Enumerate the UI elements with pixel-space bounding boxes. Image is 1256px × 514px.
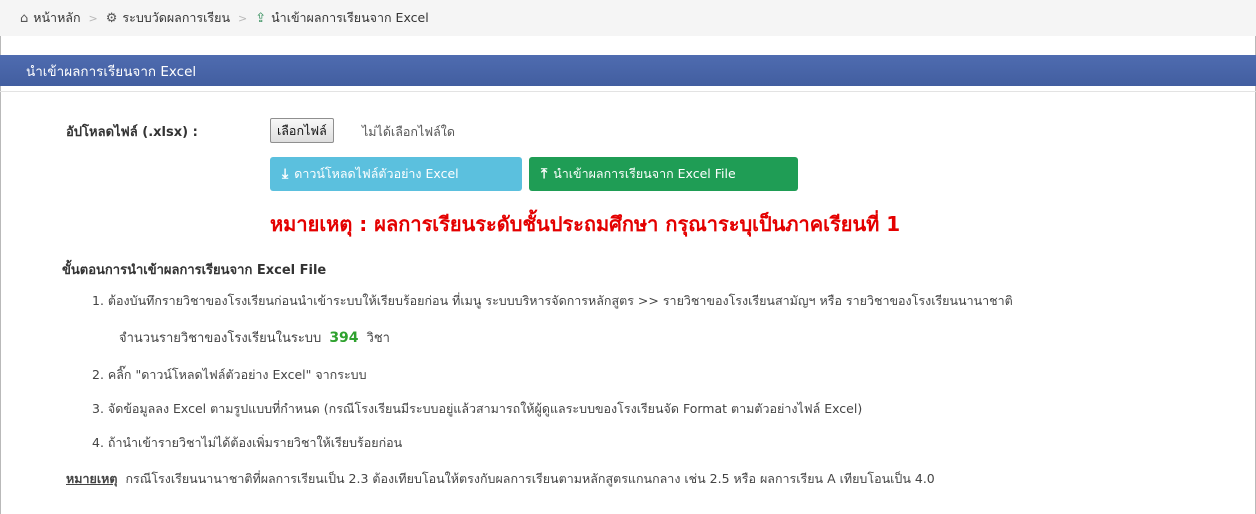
divider bbox=[0, 91, 1256, 92]
steps-title: ขั้นตอนการนำเข้าผลการเรียนจาก Excel File bbox=[62, 263, 327, 278]
footnote-text: กรณีโรงเรียนนานาชาติที่ผลการเรียนเป็น 2.… bbox=[125, 471, 935, 486]
breadcrumb-current: ⇪ นำเข้าผลการเรียนจาก Excel bbox=[255, 8, 428, 28]
subject-count: จำนวนรายวิชาของโรงเรียนในระบบ 394 วิชา bbox=[119, 327, 390, 348]
breadcrumb-current-label: นำเข้าผลการเรียนจาก Excel bbox=[271, 10, 429, 25]
upload-label: อัปโหลดไฟล์ (.xlsx) : bbox=[66, 125, 198, 140]
download-icon: ⤓ bbox=[282, 166, 289, 182]
import-excel-button[interactable]: ⤒ นำเข้าผลการเรียนจาก Excel File bbox=[529, 157, 798, 191]
step-item-4: 4. ถ้านำเข้ารายวิชาไม่ได้ต้องเพิ่มรายวิช… bbox=[92, 435, 403, 450]
breadcrumb-separator: > bbox=[88, 11, 98, 25]
step-item-1: 1. ต้องบันทึกรายวิชาของโรงเรียนก่อนนำเข้… bbox=[92, 293, 1013, 308]
download-template-label: ดาวน์โหลดไฟล์ตัวอย่าง Excel bbox=[294, 166, 459, 181]
breadcrumb-home-label[interactable]: หน้าหลัก bbox=[33, 8, 80, 28]
file-status-text: ไม่ได้เลือกไฟล์ใด bbox=[362, 124, 455, 139]
upload-icon: ⇪ bbox=[255, 10, 267, 26]
import-excel-label: นำเข้าผลการเรียนจาก Excel File bbox=[553, 166, 736, 181]
warning-note: หมายเหตุ : ผลการเรียนระดับชั้นประถมศึกษา… bbox=[270, 212, 901, 236]
choose-file-button[interactable]: เลือกไฟล์ bbox=[270, 118, 334, 143]
footnote-label: หมายเหตุ bbox=[66, 471, 118, 486]
panel-header: นำเข้าผลการเรียนจาก Excel bbox=[0, 55, 1256, 86]
download-template-button[interactable]: ⤓ ดาวน์โหลดไฟล์ตัวอย่าง Excel bbox=[270, 157, 522, 191]
breadcrumb-home[interactable]: ⌂ หน้าหลัก bbox=[20, 8, 81, 28]
upload-icon: ⤒ bbox=[541, 166, 548, 182]
subject-count-prefix: จำนวนรายวิชาของโรงเรียนในระบบ bbox=[119, 331, 322, 346]
breadcrumb: ⌂ หน้าหลัก > ⚙ ระบบวัดผลการเรียน > ⇪ นำเ… bbox=[0, 0, 1256, 36]
home-icon: ⌂ bbox=[20, 10, 29, 26]
step-item-2: 2. คลิ๊ก "ดาวน์โหลดไฟล์ตัวอย่าง Excel" จ… bbox=[92, 367, 367, 382]
breadcrumb-evaluation-label[interactable]: ระบบวัดผลการเรียน bbox=[122, 8, 230, 28]
breadcrumb-separator: > bbox=[238, 11, 248, 25]
subject-count-suffix: วิชา bbox=[366, 331, 390, 346]
footnote: หมายเหตุ กรณีโรงเรียนนานาชาติที่ผลการเรี… bbox=[66, 469, 935, 489]
step-item-3: 3. จัดข้อมูลลง Excel ตามรูปแบบที่กำหนด (… bbox=[92, 401, 863, 416]
panel-title: นำเข้าผลการเรียนจาก Excel bbox=[26, 63, 197, 80]
gears-icon: ⚙ bbox=[105, 10, 118, 26]
subject-count-value: 394 bbox=[329, 330, 359, 346]
breadcrumb-evaluation[interactable]: ⚙ ระบบวัดผลการเรียน bbox=[106, 8, 230, 28]
